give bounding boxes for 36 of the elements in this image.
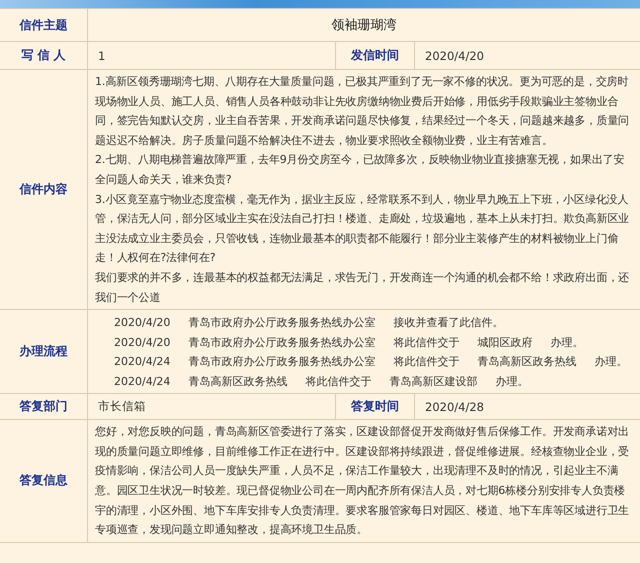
letter-paragraph: 2.七期、八期电梯普遍故障严重，去年9月份交房至今，已故障多次，反映物业物业直接搪塞无视，如果出了安全问题人命关天，谁来负责? [95,152,626,188]
process-text: 2020/4/24 [114,354,170,370]
writer-name: 1 [98,48,106,62]
field-label: 答复时间 [335,394,415,420]
process-text: 青岛高新区政务热线 [188,374,288,390]
letter-paragraph: 我们要求的并不多，连最基本的权益都无法满足，求告无门，开发商连一个沟通的机会都不给！求政府出面，还我们一个公道 [95,270,630,306]
field-label: 答复部门 [0,394,88,420]
process-text: 2020/4/20 [114,334,170,351]
process-text: 城阳区政府 [477,334,532,351]
process-text: 青岛高新区建设部 [389,374,478,390]
field-label: 办理流程 [0,310,88,394]
process-text: 2020/4/24 [114,374,170,390]
reply-text: 您好，对您反映的问题，青岛高新区管委进行了落实，区建设部督促开发商做好售后保修工作。开发商承诺对出现的质量问题立即维修，目前维修工作正在进行中。区建设部将持续跟进，督促维修进展。经核查物业企业，受疫情影响，保洁公司人员一度缺失严重，人员不足，保洁工作量较大，出现清理不及时的情况，引起业主不满意。园区卫生状况一时较差。现已督促物业公司在一周内配齐所有保洁人员，对七期6栋楼分别安排专人负责楼宇的清理，小区外围、地下车库安排专人负责清理。要求客服管家每日对园区、楼道、地下车库等区域进行卫生专项巡查，发现问题立即通知整改，提高环境卫生品质。 [95,424,630,538]
field-label: 答复信息 [0,420,88,543]
reply-department: 市长信箱 [98,399,146,414]
letter-subject: 领袖珊瑚湾 [332,17,396,34]
process-text: 办理。 [495,374,528,390]
letter-paragraph: 1.高新区领秀珊瑚湾七期、八期存在大量质量问题，已极其严重到了无一家不修的状况。更为可恶的是，交房时现场物业人员、施工人员、销售人员各种鼓动非让先收房缴纳物业费后开始修，用低劣手段欺骗业主签物业合同，签完告知默认交房，业主自吞苦果，开发商承诺问题尽快修复，结果经过一个冬天，问题越来越多，质量问题迟迟不给解决。房子质量问题不给解决住不进去，物业要求照收全额物业费，业主有苦难言。 [95,74,630,149]
field-label: 信件主题 [0,9,88,42]
process-text: 接收并查看了此信件。 [393,315,504,332]
letter-paragraph: 3.小区竟至嘉宁物业态度蛮横，毫无作为，据业主反应，经常联系不到人，物业早九晚五上下班，小区绿化没人管，保洁无人问，部分区域业主实在没法自己打扫！楼道、走廊处，垃圾遍地，基本上从未打扫。欺负高新区业主没法成立业主委员会，只管收钱，连物业最基本的职责都不能履行！部分业主装修产生的材料被物业上门偷走！人权何在?法律何在? [95,192,630,266]
reply-time: 2020/4/28 [425,400,484,414]
process-text: 青岛高新区政务热线 [477,354,576,370]
process-text: 青岛市政府办公厅政务服务热线办公室 [188,315,376,332]
process-text: 办理。 [550,334,584,351]
field-label: 发信时间 [335,42,415,70]
field-label: 写 信 人 [0,42,88,70]
process-text: 青岛市政府办公厅政务服务热线办公室 [188,334,376,351]
field-label: 信件内容 [0,70,88,310]
process-text: 将此信件交于 [305,374,372,390]
process-text: 办理。 [594,354,628,370]
process-text: 2020/4/20 [114,315,170,332]
process-text: 将此信件交于 [393,354,460,370]
process-text: 将此信件交于 [393,334,460,351]
sent-time: 2020/4/20 [425,48,484,62]
process-text: 青岛市政府办公厅政务服务热线办公室 [188,354,376,370]
